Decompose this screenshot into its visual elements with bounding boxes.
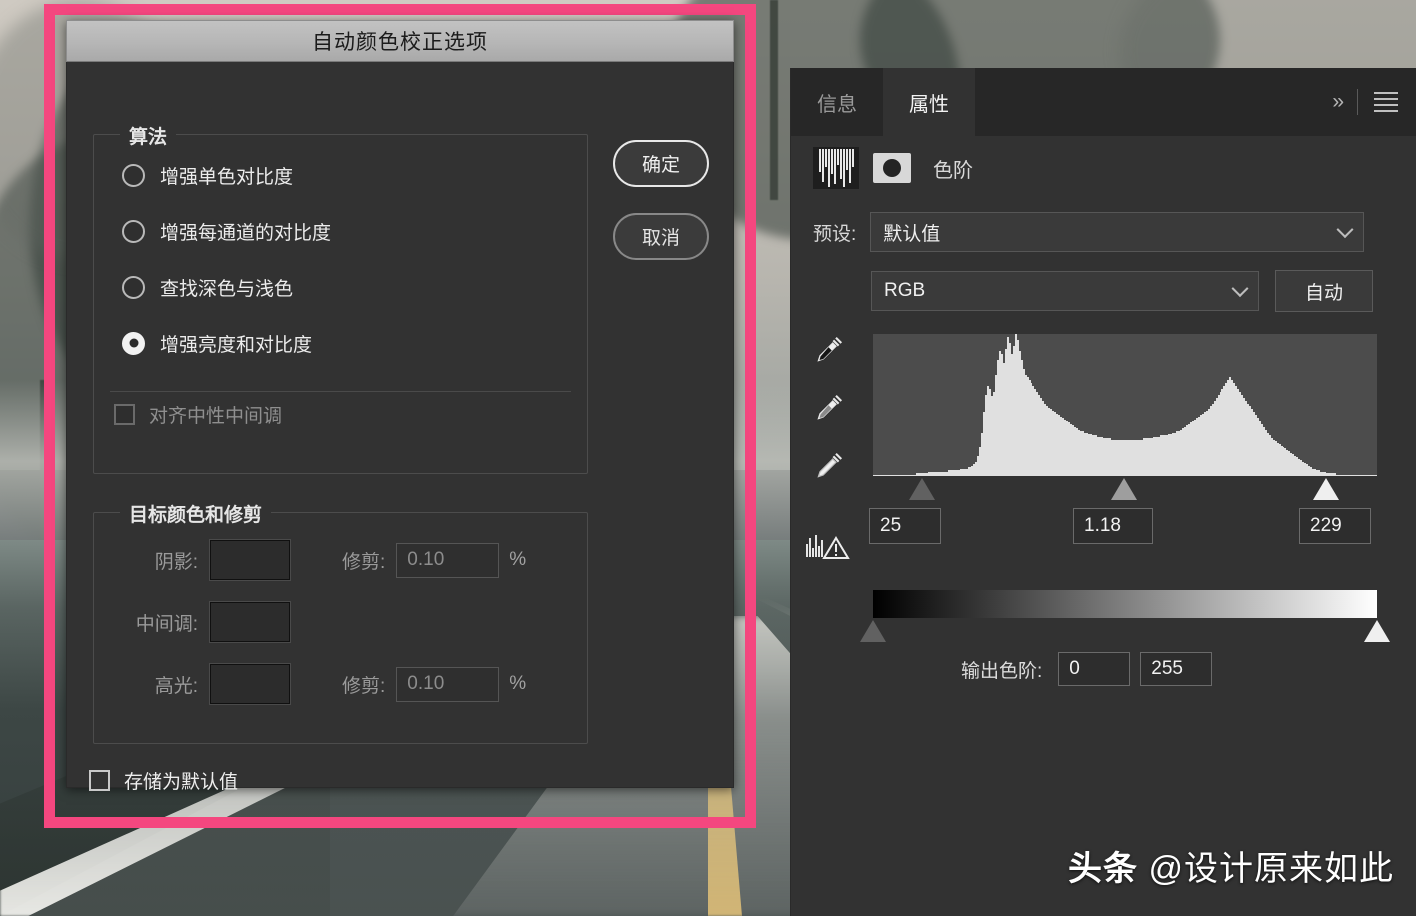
chevron-double-right-icon[interactable]: » [1332, 90, 1341, 114]
algorithms-divider [110, 391, 571, 392]
radio-find-dark-light-icon[interactable] [122, 276, 145, 299]
panel-header-icons: » [1332, 68, 1416, 136]
highlights-row: 高光: 修剪: 0.10 % [94, 653, 587, 715]
input-white-slider-handle[interactable] [1313, 478, 1339, 500]
adjustment-title: 色阶 [933, 154, 973, 183]
highlights-color-swatch[interactable] [210, 664, 290, 704]
tree-trunk [770, 0, 778, 200]
watermark: 头条 @设计原来如此 [1068, 841, 1394, 890]
tab-properties[interactable]: 属性 [883, 68, 975, 136]
shadows-clip-label: 修剪: [342, 547, 385, 574]
auto-color-correction-dialog: 自动颜色校正选项 确定 取消 算法 增强单色对比度 增强每通道的对比度 [66, 20, 734, 788]
output-white-field[interactable]: 255 [1140, 652, 1212, 686]
eyedropper-white-point-icon[interactable] [807, 450, 849, 484]
save-as-defaults-row[interactable]: 存储为默认值 [89, 767, 238, 794]
radio-label-find-dark-light: 查找深色与浅色 [160, 274, 293, 301]
dialog-body: 确定 取消 算法 增强单色对比度 增强每通道的对比度 [66, 62, 734, 788]
histogram-bars [873, 334, 1377, 476]
save-as-defaults-label: 存储为默认值 [124, 767, 238, 794]
highlights-clip-unit: % [509, 673, 526, 695]
output-black-field[interactable]: 0 [1058, 652, 1130, 686]
preset-label: 预设: [813, 219, 856, 246]
input-black-field[interactable]: 25 [869, 508, 941, 544]
hamburger-menu-icon[interactable] [1374, 92, 1398, 112]
midtones-label: 中间调: [112, 609, 210, 636]
input-gamma-field[interactable]: 1.18 [1073, 508, 1153, 544]
radio-row-find-dark-light[interactable]: 查找深色与浅色 [94, 259, 587, 315]
histogram-warning-icon[interactable] [805, 532, 851, 562]
midtones-color-swatch[interactable] [210, 602, 290, 642]
radio-row-per-channel[interactable]: 增强每通道的对比度 [94, 203, 587, 259]
radio-row-monochromatic[interactable]: 增强单色对比度 [94, 147, 587, 203]
output-levels-area: 输出色阶: 0 255 [791, 590, 1416, 710]
target-colors-group: 目标颜色和修剪 阴影: 修剪: 0.10 % 中间调: 高光: [93, 512, 588, 744]
input-gamma-slider-handle[interactable] [1111, 478, 1137, 500]
input-levels-slider [873, 476, 1377, 502]
levels-icon-bars [819, 147, 854, 189]
algorithms-legend: 算法 [120, 122, 176, 149]
output-white-slider-handle[interactable] [1364, 620, 1390, 642]
icon-divider [1357, 89, 1358, 115]
tab-info[interactable]: 信息 [791, 68, 883, 136]
snap-neutral-midtones-row[interactable]: 对齐中性中间调 [94, 389, 587, 439]
highlights-label: 高光: [112, 671, 210, 698]
watermark-brand: 头条 [1068, 850, 1138, 888]
output-levels-label: 输出色阶: [961, 656, 1042, 683]
levels-area: 25 1.18 229 [791, 326, 1416, 586]
target-colors-legend: 目标颜色和修剪 [120, 500, 271, 527]
input-white-field[interactable]: 229 [1299, 508, 1371, 544]
chevron-down-icon [1337, 221, 1354, 238]
radio-monochromatic-icon[interactable] [122, 164, 145, 187]
channel-row: RGB 自动 [791, 252, 1416, 312]
channel-value: RGB [884, 280, 925, 302]
layer-mask-icon[interactable] [873, 153, 911, 183]
output-black-slider-handle[interactable] [860, 620, 886, 642]
levels-histogram-chart [873, 334, 1377, 476]
radio-per-channel-icon[interactable] [122, 220, 145, 243]
input-black-slider-handle[interactable] [909, 478, 935, 500]
eyedropper-black-point-icon[interactable] [807, 334, 849, 368]
eyedropper-toolbar [807, 334, 849, 484]
screenshot-root: 自动颜色校正选项 确定 取消 算法 增强单色对比度 增强每通道的对比度 [0, 0, 1416, 916]
shadows-clip-input[interactable]: 0.10 [396, 543, 499, 578]
radio-brightness-contrast-icon[interactable] [122, 332, 145, 355]
tabbar-spacer [975, 68, 1332, 136]
panel-tabbar: 信息 属性 » [791, 68, 1416, 136]
shadows-label: 阴影: [112, 547, 210, 574]
cancel-button[interactable]: 取消 [613, 213, 709, 260]
output-levels-row: 输出色阶: 0 255 [791, 652, 1416, 686]
radio-label-brightness-contrast: 增强亮度和对比度 [160, 330, 312, 357]
snap-neutral-checkbox-icon[interactable] [114, 404, 135, 425]
midtones-row: 中间调: [94, 591, 587, 653]
dialog-titlebar: 自动颜色校正选项 [66, 20, 734, 62]
shadows-row: 阴影: 修剪: 0.10 % [94, 529, 587, 591]
dialog-title: 自动颜色校正选项 [312, 26, 488, 56]
save-as-defaults-checkbox-icon[interactable] [89, 770, 110, 791]
preset-select[interactable]: 默认值 [870, 212, 1364, 252]
highlights-clip-label: 修剪: [342, 671, 385, 698]
auto-button[interactable]: 自动 [1275, 270, 1373, 312]
output-gradient-bar [873, 590, 1377, 618]
preset-value: 默认值 [883, 219, 940, 246]
preset-row: 预设: 默认值 [791, 200, 1416, 252]
algorithms-group: 算法 增强单色对比度 增强每通道的对比度 查找深色与浅色 [93, 134, 588, 474]
highlights-clip-input[interactable]: 0.10 [396, 667, 499, 702]
dialog-button-column: 确定 取消 [613, 140, 711, 286]
output-levels-slider [873, 618, 1377, 644]
radio-label-per-channel: 增强每通道的对比度 [160, 218, 331, 245]
shadows-clip-unit: % [509, 549, 526, 571]
radio-label-monochromatic: 增强单色对比度 [160, 162, 293, 189]
shadows-color-swatch[interactable] [210, 540, 290, 580]
properties-panel: 信息 属性 » 色阶 预设: 默认值 [790, 68, 1416, 916]
channel-select[interactable]: RGB [871, 271, 1259, 311]
watermark-handle: @设计原来如此 [1148, 850, 1394, 888]
radio-row-brightness-contrast[interactable]: 增强亮度和对比度 [94, 315, 587, 371]
ok-button[interactable]: 确定 [613, 140, 709, 187]
levels-histogram-icon [813, 147, 859, 189]
eyedropper-gray-point-icon[interactable] [807, 392, 849, 426]
chevron-down-icon [1232, 280, 1249, 297]
snap-neutral-label: 对齐中性中间调 [149, 401, 282, 428]
adjustment-header: 色阶 [791, 136, 1416, 200]
